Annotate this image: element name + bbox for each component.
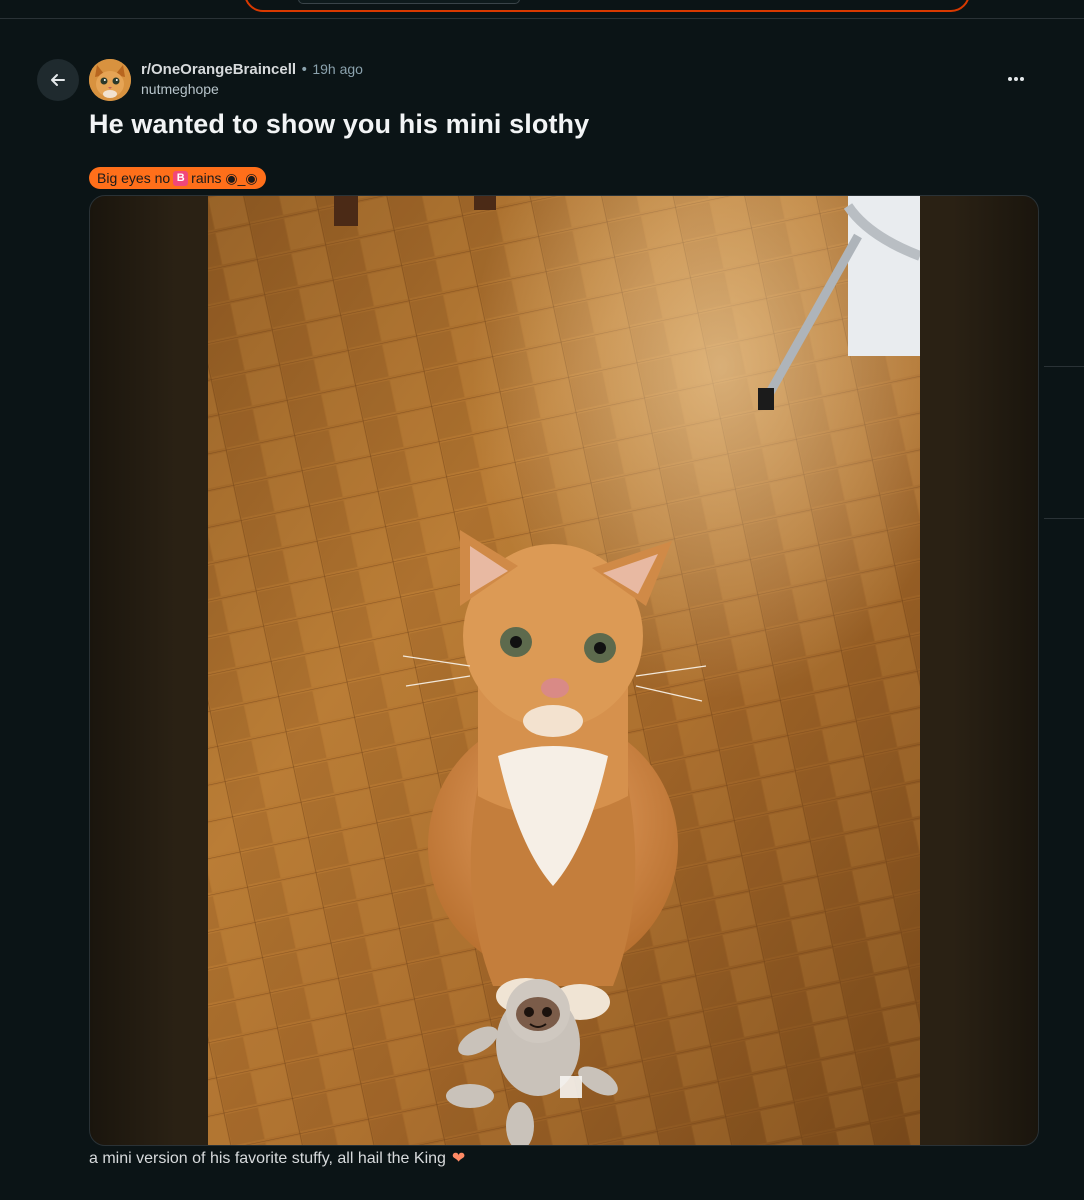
subreddit-link[interactable]: r/OneOrangeBraincell <box>141 61 296 78</box>
subreddit-avatar[interactable] <box>89 59 131 101</box>
meta-separator: • <box>300 62 309 78</box>
flair-text: Big eyes no <box>97 170 171 186</box>
post-image <box>208 196 920 1145</box>
back-button[interactable] <box>37 59 79 101</box>
more-dots-icon <box>1008 77 1024 81</box>
search-input[interactable] <box>298 0 520 4</box>
post-time: 19h ago <box>312 61 363 77</box>
flair-text-suffix: rains ◉_◉ <box>191 170 258 186</box>
post-media[interactable] <box>89 195 1039 1146</box>
post-meta: r/OneOrangeBraincell • 19h ago <box>141 60 363 79</box>
caption-text: a mini version of his favorite stuffy, a… <box>89 1150 446 1167</box>
b-emoji-icon: B <box>173 170 189 186</box>
sidebar-divider <box>1044 518 1084 519</box>
author-link[interactable]: nutmeghope <box>141 81 219 97</box>
post-flair[interactable]: Big eyes no B rains ◉_◉ <box>89 167 266 189</box>
more-options-button[interactable] <box>996 62 1036 96</box>
post-title: He wanted to show you his mini slothy <box>89 109 590 139</box>
heart-icon: ❤ <box>451 1150 466 1167</box>
post-caption: a mini version of his favorite stuffy, a… <box>89 1148 465 1168</box>
arrow-left-icon <box>51 74 65 86</box>
sidebar-divider <box>1044 366 1084 367</box>
